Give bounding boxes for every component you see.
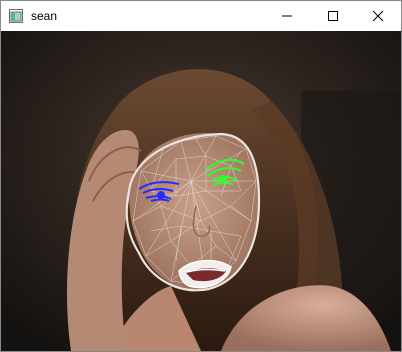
window-title: sean [31,9,58,23]
close-button[interactable] [355,1,401,31]
camera-frame [1,31,401,351]
image-view [1,31,401,351]
title-bar[interactable]: sean [1,1,401,31]
opencv-window-icon [9,9,23,23]
maximize-button[interactable] [310,1,356,31]
maximize-icon [328,11,338,21]
close-icon [372,10,384,22]
app-window: sean [0,0,402,352]
minimize-icon [282,15,292,17]
minimize-button[interactable] [264,1,310,31]
